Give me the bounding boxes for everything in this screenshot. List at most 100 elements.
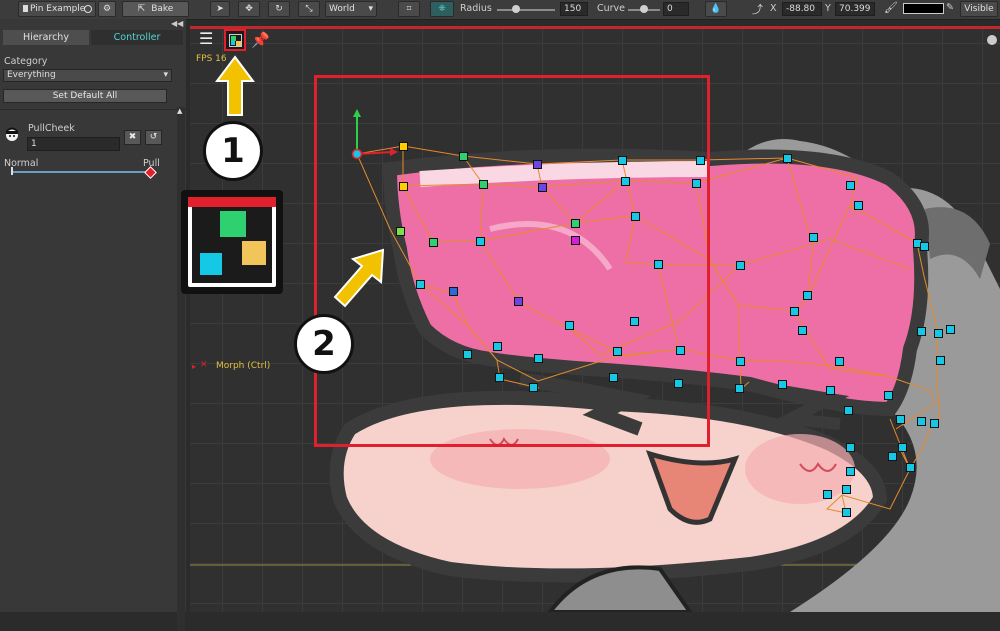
scroll-up-icon[interactable]: ▲: [177, 107, 182, 115]
mesh-vertex[interactable]: [920, 242, 929, 251]
bake-button[interactable]: ⇱ Bake: [122, 1, 189, 17]
move-icon: ✥: [245, 4, 253, 14]
svg-text:▸: ▸: [192, 362, 196, 371]
category-value: Everything: [7, 70, 56, 80]
mesh-vertex[interactable]: [884, 391, 893, 400]
tab-controller[interactable]: Controller: [91, 30, 183, 45]
controller-slider-track[interactable]: [11, 171, 150, 173]
settings-button[interactable]: ⚙: [98, 1, 116, 17]
panel-tabs: Hierarchy Controller: [3, 30, 183, 45]
mesh-vertex[interactable]: [854, 201, 863, 210]
mesh-vertex[interactable]: [803, 291, 812, 300]
delete-controller-button[interactable]: ✖: [124, 130, 141, 145]
document-tab[interactable]: Pin Example: [18, 1, 96, 17]
move-tool-button[interactable]: ✥: [238, 1, 260, 17]
export-icon: ⇱: [137, 4, 146, 14]
mesh-vertex[interactable]: [930, 419, 939, 428]
visible-label: Visible: [964, 4, 994, 14]
y-label: Y: [825, 3, 831, 14]
select-tool-button[interactable]: ➤: [210, 1, 230, 17]
close-icon: ✖: [128, 132, 137, 142]
reset-icon: ↺: [149, 132, 158, 142]
mesh-vertex[interactable]: [778, 380, 787, 389]
crop-icon: ⌗: [406, 4, 412, 14]
soft-selection-icon: ⁜: [438, 4, 446, 14]
mesh-vertex[interactable]: [934, 329, 943, 338]
y-field[interactable]: 70.399: [835, 2, 875, 16]
mesh-vertex[interactable]: [842, 508, 851, 517]
set-default-all-button[interactable]: Set Default All: [3, 89, 167, 103]
tab-hierarchy[interactable]: Hierarchy: [3, 30, 89, 45]
tab-close-icon[interactable]: [84, 5, 92, 13]
mesh-vertex[interactable]: [736, 261, 745, 270]
mesh-vertex[interactable]: [898, 443, 907, 452]
radius-field[interactable]: 150: [560, 2, 588, 16]
scale-tool-button[interactable]: ⤡: [298, 1, 320, 17]
radius-slider-knob[interactable]: [512, 5, 520, 13]
controller-name: PullCheek: [28, 123, 75, 134]
slider-min-label: Normal: [4, 158, 39, 169]
document-tab-label: Pin Example: [30, 4, 86, 14]
brush-icon: 🖌: [884, 1, 898, 14]
space-select[interactable]: World ▾: [325, 1, 377, 17]
visible-toggle[interactable]: Visible: [960, 1, 998, 17]
document-icon: [23, 5, 28, 12]
chevron-down-icon: ▾: [163, 70, 168, 80]
gear-icon: ⚙: [102, 4, 112, 14]
mesh-vertex[interactable]: [790, 307, 799, 316]
mesh-vertex[interactable]: [783, 154, 792, 163]
mesh-vertex[interactable]: [823, 490, 832, 499]
soft-selection-button[interactable]: ⁜: [430, 1, 454, 17]
callout-2: 2: [294, 314, 354, 374]
curve-label: Curve: [597, 3, 626, 14]
mesh-vertex[interactable]: [846, 181, 855, 190]
avatar: [6, 127, 18, 141]
mesh-vertex[interactable]: [936, 356, 945, 365]
category-dropdown[interactable]: Everything ▾: [3, 69, 172, 82]
radius-label: Radius: [460, 3, 492, 14]
cursor-icon: ➤: [216, 4, 224, 14]
top-toolbar: Pin Example ⚙ ⇱ Bake ➤ ✥ ↻ ⤡ World ▾ ⌗ ⁜ R…: [0, 0, 1000, 20]
mesh-vertex[interactable]: [846, 443, 855, 452]
mesh-vertex[interactable]: [809, 233, 818, 242]
rotate-tool-button[interactable]: ↻: [268, 1, 290, 17]
arrow-up-right-icon: [333, 248, 385, 308]
color-swatch[interactable]: [903, 3, 944, 14]
mesh-vertex[interactable]: [835, 357, 844, 366]
pressure-button[interactable]: 💧: [705, 1, 727, 17]
category-label: Category: [4, 56, 48, 67]
controller-value-field[interactable]: 1: [27, 137, 120, 151]
curve-field[interactable]: 0: [663, 2, 689, 16]
x-label: X: [770, 3, 777, 14]
collapse-panel-icon[interactable]: ◀◀: [171, 19, 183, 28]
mesh-vertex[interactable]: [844, 406, 853, 415]
divider: [0, 109, 186, 110]
mesh-vertex[interactable]: [798, 326, 807, 335]
reset-controller-button[interactable]: ↺: [145, 130, 162, 145]
morph-label: Morph (Ctrl): [216, 361, 271, 371]
bounds-tool-button[interactable]: ⌗: [398, 1, 420, 17]
rotate-icon: ↻: [275, 4, 283, 14]
mesh-vertex[interactable]: [846, 467, 855, 476]
curve-slider-knob[interactable]: [640, 5, 648, 13]
bake-label: Bake: [151, 4, 174, 14]
chevron-down-icon: ▾: [368, 4, 373, 14]
mesh-vertex[interactable]: [917, 327, 926, 336]
mesh-vertex[interactable]: [896, 415, 905, 424]
panel-scrollbar[interactable]: ▲: [177, 107, 185, 631]
eyedropper-icon[interactable]: ✎: [946, 2, 954, 13]
mesh-vertex[interactable]: [826, 386, 835, 395]
mesh-vertex[interactable]: [946, 325, 955, 334]
drop-icon: 💧: [710, 4, 722, 14]
mesh-vertex[interactable]: [736, 357, 745, 366]
controller-slider-start-handle[interactable]: [11, 167, 13, 175]
callout-1: 1: [203, 121, 263, 181]
mesh-vertex[interactable]: [735, 384, 744, 393]
x-field[interactable]: -88.80: [782, 2, 822, 16]
left-panel: ◀◀ Hierarchy Controller Category Everyth…: [0, 19, 186, 631]
mesh-vertex[interactable]: [917, 417, 926, 426]
mesh-vertex[interactable]: [842, 485, 851, 494]
mesh-vertex[interactable]: [888, 452, 897, 461]
radius-slider-track[interactable]: [497, 9, 555, 11]
mesh-vertex[interactable]: [906, 463, 915, 472]
